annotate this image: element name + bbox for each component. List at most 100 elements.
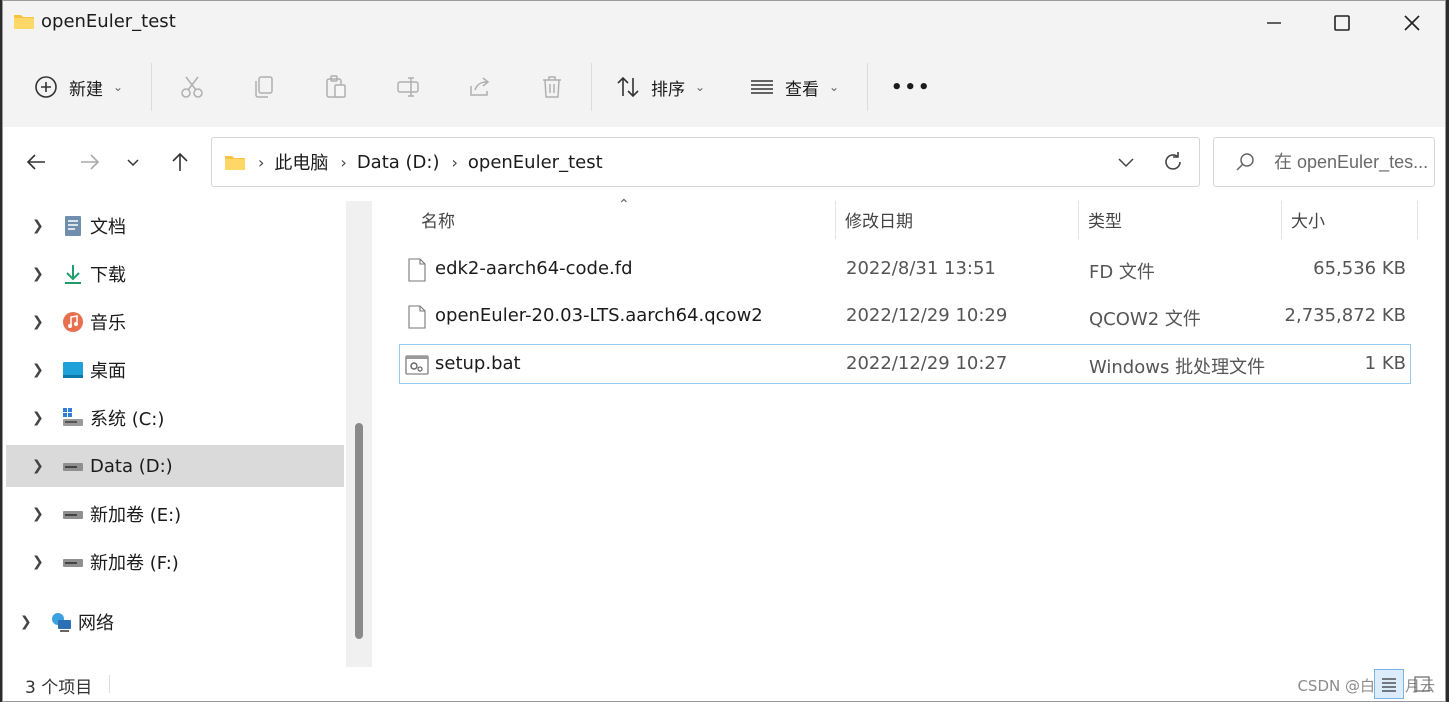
chevron-right-icon[interactable]: ❯	[32, 410, 44, 426]
more-icon: •••	[891, 76, 932, 98]
forward-button[interactable]	[75, 147, 105, 177]
sidebar-item-volume-f[interactable]: ❯ 新加卷 (F:)	[6, 541, 344, 583]
column-divider[interactable]	[1078, 201, 1079, 239]
chevron-down-icon: ⌄	[695, 80, 706, 94]
paste-button[interactable]	[323, 65, 349, 109]
file-row[interactable]: setup.bat 2022/12/29 10:27 Windows 批处理文件…	[399, 344, 1411, 384]
delete-button[interactable]	[539, 65, 565, 109]
status-divider	[109, 675, 110, 693]
file-type: FD 文件	[1089, 262, 1155, 283]
sidebar-item-system-c[interactable]: ❯ 系统 (C:)	[6, 397, 344, 439]
column-divider[interactable]	[1417, 201, 1418, 239]
file-size: 65,536 KB	[1313, 258, 1406, 279]
file-name: edk2-aarch64-code.fd	[435, 258, 633, 279]
sort-button[interactable]: 排序 ⌄	[615, 65, 705, 109]
details-view-button[interactable]	[1374, 669, 1404, 699]
file-row[interactable]: edk2-aarch64-code.fd 2022/8/31 13:51 FD …	[399, 250, 1411, 290]
file-modified: 2022/12/29 10:29	[846, 305, 1008, 326]
view-icon	[751, 80, 773, 94]
sidebar-item-label: 文档	[90, 217, 126, 238]
view-button[interactable]: 查看 ⌄	[749, 65, 839, 109]
view-button-label: 查看	[785, 79, 819, 100]
chevron-right-icon[interactable]: ❯	[32, 218, 44, 234]
file-icon	[408, 258, 426, 282]
documents-icon	[65, 216, 81, 236]
column-header-modified[interactable]: 修改日期	[845, 207, 913, 232]
item-count: 3 个项目	[25, 678, 93, 698]
column-header-type[interactable]: 类型	[1088, 207, 1122, 232]
copy-button[interactable]	[251, 65, 277, 109]
minimize-icon	[1267, 22, 1281, 24]
batch-file-icon	[405, 355, 429, 375]
copy-icon	[255, 76, 273, 98]
breadcrumb-chevron-icon: ›	[451, 152, 458, 172]
paste-icon	[326, 75, 346, 98]
cut-button[interactable]	[179, 65, 205, 109]
status-bar: 3 个项目 CSDN @白云明月云	[3, 667, 1445, 701]
share-button[interactable]	[467, 65, 493, 109]
sidebar-item-documents[interactable]: ❯ 文档	[6, 205, 344, 247]
breadcrumb-this-pc[interactable]: 此电脑	[274, 149, 328, 175]
rename-icon	[397, 77, 419, 97]
folder-icon	[225, 156, 245, 170]
back-button[interactable]	[21, 147, 51, 177]
search-input[interactable]	[1272, 150, 1434, 174]
sidebar-item-music[interactable]: ❯ 音乐	[6, 301, 344, 343]
delete-icon	[543, 76, 561, 98]
drive-icon	[63, 463, 83, 471]
column-header-size[interactable]: 大小	[1291, 207, 1325, 232]
tiles-view-button[interactable]	[1407, 669, 1437, 699]
new-button[interactable]: 新建 ⌄	[33, 65, 123, 109]
desktop-icon	[63, 362, 83, 378]
close-button[interactable]	[1377, 1, 1445, 45]
sidebar-item-label: 系统 (C:)	[90, 409, 165, 430]
address-bar[interactable]: › 此电脑 › Data (D:) › openEuler_test	[211, 137, 1200, 187]
column-header-name[interactable]: 名称	[421, 207, 455, 232]
rename-button[interactable]	[395, 65, 421, 109]
search-icon	[1236, 153, 1254, 171]
title-bar: openEuler_test	[3, 1, 1445, 47]
sidebar-item-data-d[interactable]: ❯ Data (D:)	[6, 445, 344, 487]
chevron-right-icon[interactable]: ❯	[32, 314, 44, 330]
window-title: openEuler_test	[41, 11, 176, 32]
chevron-right-icon[interactable]: ❯	[32, 266, 44, 282]
tiles-view-icon	[1414, 676, 1430, 692]
sidebar-item-desktop[interactable]: ❯ 桌面	[6, 349, 344, 391]
command-bar: 新建 ⌄ 排序 ⌄ 查看 ⌄ •••	[3, 47, 1445, 128]
plus-circle-icon	[35, 76, 57, 98]
refresh-icon[interactable]	[1161, 150, 1185, 174]
file-row[interactable]: openEuler-20.03-LTS.aarch64.qcow2 2022/1…	[399, 297, 1411, 337]
sidebar-item-downloads[interactable]: ❯ 下载	[6, 253, 344, 295]
recent-locations-button[interactable]	[118, 147, 148, 177]
breadcrumb-current-folder[interactable]: openEuler_test	[468, 152, 603, 173]
cut-icon	[181, 76, 203, 98]
up-button[interactable]	[165, 147, 195, 177]
new-button-label: 新建	[69, 79, 103, 100]
sort-icon	[617, 76, 639, 98]
file-name: openEuler-20.03-LTS.aarch64.qcow2	[435, 305, 763, 326]
sort-ascending-icon: ⌃	[618, 197, 630, 213]
column-divider[interactable]	[835, 201, 836, 239]
file-type: QCOW2 文件	[1089, 309, 1201, 330]
details-view-icon	[1382, 678, 1396, 692]
breadcrumb-data-drive[interactable]: Data (D:)	[357, 152, 440, 173]
chevron-right-icon[interactable]: ❯	[32, 362, 44, 378]
search-box[interactable]	[1213, 137, 1435, 187]
sidebar-item-network[interactable]: ❯ 网络	[3, 601, 332, 643]
folder-icon	[14, 15, 34, 29]
chevron-right-icon[interactable]: ❯	[20, 614, 32, 630]
navigation-pane: ❯ 文档 ❯ 下载 ❯ 音乐 ❯ 桌面 ❯ 系统 (C:) ❯ Data (D:…	[3, 197, 373, 667]
chevron-right-icon[interactable]: ❯	[32, 506, 44, 522]
chevron-right-icon[interactable]: ❯	[32, 458, 44, 474]
navigation-bar: › 此电脑 › Data (D:) › openEuler_test	[3, 127, 1445, 197]
sidebar-item-label: 网络	[78, 613, 114, 634]
column-divider[interactable]	[1281, 201, 1282, 239]
maximize-button[interactable]	[1307, 1, 1377, 45]
minimize-button[interactable]	[1239, 1, 1309, 45]
chevron-down-icon[interactable]	[1115, 151, 1137, 173]
more-options-button[interactable]: •••	[891, 65, 932, 109]
drive-icon	[63, 511, 83, 519]
sidebar-item-volume-e[interactable]: ❯ 新加卷 (E:)	[6, 493, 344, 535]
chevron-right-icon[interactable]: ❯	[32, 554, 44, 570]
sidebar-scrollbar-thumb[interactable]	[355, 423, 363, 639]
